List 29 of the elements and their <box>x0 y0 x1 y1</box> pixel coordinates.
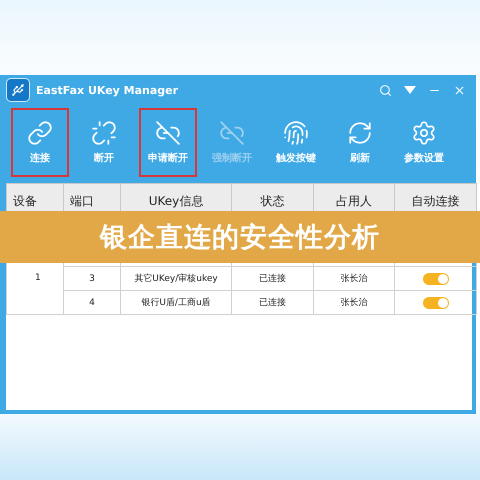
table-cell: 银行U盾/工商u盾 <box>120 290 232 314</box>
table-cell: 其它UKey/审核ukey <box>120 266 232 290</box>
table-cell: 4 <box>64 290 120 314</box>
table-cell: 张长治 <box>314 266 394 290</box>
refresh-icon <box>347 120 373 146</box>
table-cell: 3 <box>64 266 120 290</box>
app-logo-icon <box>6 78 30 102</box>
search-icon[interactable] <box>379 84 392 96</box>
toolbar-button[interactable]: 连接 <box>11 108 69 177</box>
toolbar-button[interactable]: 参数设置 <box>395 108 453 177</box>
broken-link-icon <box>219 120 245 146</box>
window-title: EastFax UKey Manager <box>36 84 180 96</box>
close-icon[interactable] <box>453 84 466 96</box>
broken-link-icon <box>155 120 181 146</box>
link-icon <box>27 120 53 146</box>
toolbar-button[interactable]: 断开 <box>75 108 133 177</box>
settings-icon <box>411 120 437 146</box>
fingerprint-icon <box>283 120 309 146</box>
toolbar-button[interactable]: 申请断开 <box>139 108 197 177</box>
table-cell: 张长治 <box>314 290 394 314</box>
table-cell: 已连接 <box>232 290 314 314</box>
toggle-switch[interactable] <box>422 296 448 308</box>
toolbar-button[interactable]: 触发按键 <box>267 108 325 177</box>
broken-link-icon <box>91 120 117 146</box>
dropdown-icon[interactable] <box>404 86 416 94</box>
table-cell: 已连接 <box>232 266 314 290</box>
banner-title: 银企直连的安全性分析 <box>100 221 380 255</box>
toolbar-button[interactable]: 刷新 <box>331 108 389 177</box>
toggle-switch[interactable] <box>422 272 448 284</box>
